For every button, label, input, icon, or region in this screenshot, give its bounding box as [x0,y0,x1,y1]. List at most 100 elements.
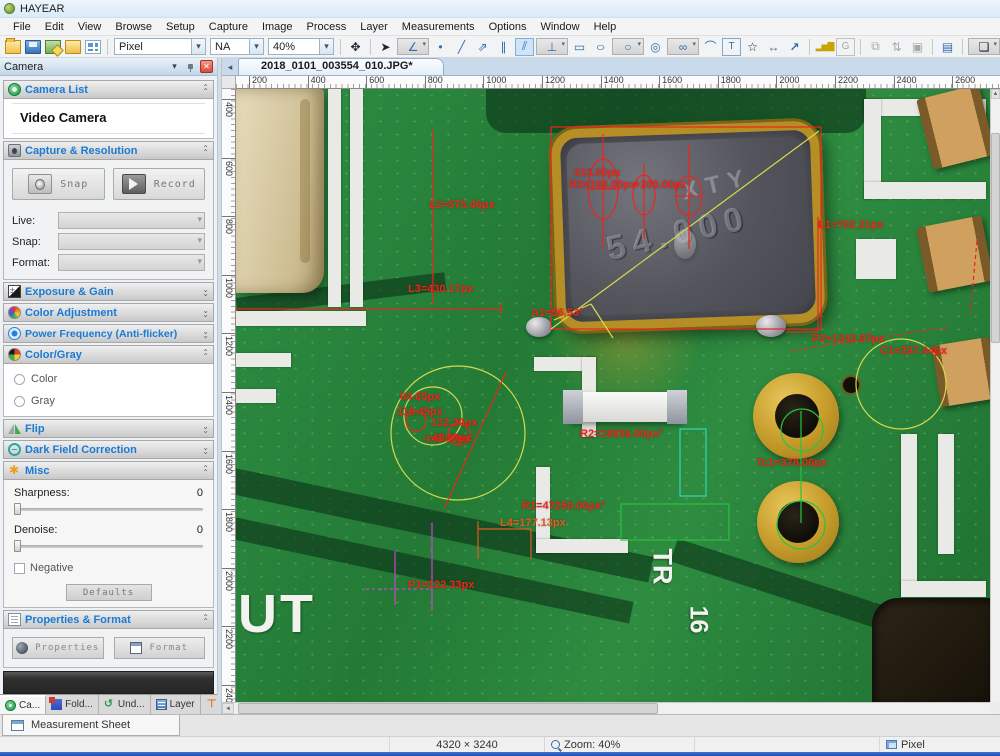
select-tool-icon[interactable]: ➤ [376,38,395,56]
gray-radio[interactable] [14,396,25,407]
tab-layer[interactable]: Layer [151,695,201,714]
section-header-capture[interactable]: Capture & Resolution [3,141,214,160]
angle-tool-icon[interactable]: ∠ [397,38,429,55]
section-header-properties-format[interactable]: Properties & Format [3,610,214,629]
expand-icon[interactable] [202,425,209,433]
record-button[interactable]: Record [113,168,206,200]
grid-g-icon[interactable]: G [836,38,855,56]
segment-tool-icon[interactable]: ⇗ [473,38,492,56]
gray-radio-row[interactable]: Gray [12,390,205,412]
measurement-label-p1[interactable]: P1=122.33px [408,579,474,591]
tab-camera[interactable]: Ca... [0,695,46,714]
merge-layers-icon[interactable]: ⧉ [866,38,885,56]
measurement-label-4x3[interactable]: 4x3.00px [424,433,470,445]
menu-measurements[interactable]: Measurements [395,20,482,34]
text-tool-icon[interactable]: T [722,38,741,56]
tab-scroll-left-icon[interactable] [222,59,238,75]
histogram-icon[interactable]: ▂▅▇ [815,38,834,56]
menu-layer[interactable]: Layer [353,20,395,34]
menu-capture[interactable]: Capture [202,20,255,34]
browse-folder-icon[interactable] [65,40,81,54]
slider-thumb[interactable] [14,503,21,515]
fit-window-icon[interactable]: ⇅ [887,38,906,56]
measurement-label-c1[interactable]: C1=297.44px [880,345,947,357]
vertical-scroll-thumb[interactable] [991,133,1000,343]
rectangle-tool-icon[interactable]: ▭ [570,38,589,56]
pan-tool-icon[interactable]: ✥ [346,38,365,56]
collapse-icon[interactable] [202,467,209,475]
section-header-dark-field[interactable]: Dark Field Correction [3,440,214,459]
notebook-icon[interactable]: ▤ [938,38,957,56]
collapse-icon[interactable] [202,616,209,624]
measurement-label-a1[interactable]: A1=56.53° [531,307,583,319]
thumbnail-browser-icon[interactable] [85,40,101,54]
snap-resolution-select[interactable] [58,233,205,250]
section-header-power-frequency[interactable]: Power Frequency (Anti-flicker) [3,324,214,343]
magnification-select[interactable]: NA [210,38,264,55]
properties-button[interactable]: Properties [12,637,104,659]
sharpness-slider[interactable] [14,502,203,516]
menu-help[interactable]: Help [587,20,624,34]
menu-file[interactable]: File [6,20,38,34]
pin-icon[interactable] [184,60,197,73]
camera-name[interactable]: Video Camera [12,103,205,134]
section-header-camera-list[interactable]: Camera List [3,80,214,99]
measurement-label-213[interactable]: 213.00px [574,167,620,179]
menu-options[interactable]: Options [482,20,534,34]
section-header-color-adjustment[interactable]: Color Adjustment [3,303,214,322]
measurement-label-r3[interactable]: R3=156.00px [569,179,636,191]
expand-icon[interactable] [202,446,209,454]
format-button[interactable]: Format [114,637,206,659]
arrow-tool-icon[interactable]: ↗ [785,38,804,56]
collapse-icon[interactable] [202,86,209,94]
expand-icon[interactable] [202,330,209,338]
measurement-label-l1[interactable]: L1=702.21px [818,219,884,231]
ellipse-tool-icon[interactable]: ○ [588,38,614,56]
arc-tool-icon[interactable]: ⌒ [701,38,720,56]
save-icon[interactable] [25,40,41,54]
perpendicular-tool-icon[interactable]: ⊥ [536,38,568,55]
scroll-left-icon[interactable]: ◄ [222,703,234,714]
horizontal-scrollbar[interactable]: ◄ [222,702,990,714]
measurement-label-l2[interactable]: L2=575.46px [429,199,495,211]
parallel-tool-icon[interactable]: ∥ [494,38,513,56]
defaults-button[interactable]: Defaults [66,584,152,601]
snap-button[interactable]: Snap [12,168,105,200]
slider-thumb[interactable] [14,540,21,552]
live-resolution-select[interactable] [58,212,205,229]
measurement-label-p2[interactable]: P2=1342.97px [812,333,884,345]
document-tab[interactable]: 2018_0101_003554_010.JPG* [238,58,444,75]
panel-menu-icon[interactable] [168,60,181,73]
chain-circle-tool-icon[interactable]: ∞ [667,38,699,55]
circle-tool-icon[interactable]: ○ [612,38,644,55]
scroll-up-icon[interactable]: ▲ [991,89,1000,99]
section-header-misc[interactable]: Misc [3,461,214,480]
format-select[interactable] [58,254,205,271]
point-tool-icon[interactable]: • [431,38,450,56]
caliper-tool-icon[interactable]: ↔ [764,38,783,56]
measurement-label-r2[interactable]: R2=19836.00px² [580,428,663,440]
open-file-icon[interactable] [5,40,21,54]
measurement-label-tc1[interactable]: Tc1=378.06px [756,457,827,469]
measurement-sheet-tab[interactable]: Measurement Sheet [2,715,180,736]
measurement-label-84[interactable]: 84.65px [400,391,440,403]
menu-process[interactable]: Process [300,20,354,34]
expand-icon[interactable] [202,288,209,296]
concentric-circle-tool-icon[interactable]: ◎ [646,38,665,56]
vertical-scrollbar[interactable]: ▲ [990,89,1000,702]
color-radio-row[interactable]: Color [12,368,205,390]
collapse-icon[interactable] [202,351,209,359]
line-tool-icon[interactable]: ╱ [452,38,471,56]
zoom-select[interactable]: 40% [268,38,334,55]
negative-check-row[interactable]: Negative [12,558,205,578]
menu-browse[interactable]: Browse [108,20,159,34]
horizontal-scroll-thumb[interactable] [238,703,658,714]
denoise-slider[interactable] [14,539,203,553]
tab-undo[interactable]: Und... [99,695,151,714]
menu-window[interactable]: Window [533,20,586,34]
menu-view[interactable]: View [71,20,109,34]
edit-image-icon[interactable] [45,40,61,54]
section-header-flip[interactable]: Flip [3,419,214,438]
menu-setup[interactable]: Setup [159,20,202,34]
measurement-label-132[interactable]: 132.20px [431,417,477,429]
